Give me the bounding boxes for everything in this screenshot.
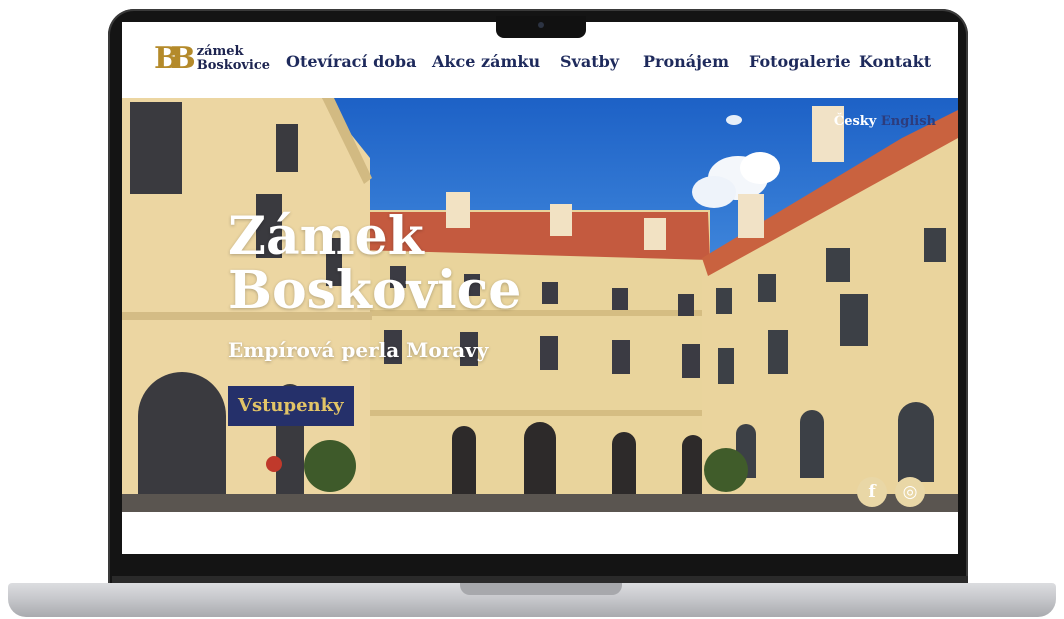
logo-mark: BB: [154, 41, 196, 76]
site-logo[interactable]: BB zámek Boskovice: [154, 44, 270, 74]
hero-subtitle: Empírová perla Moravy: [228, 338, 489, 362]
nav-link-fotogalerie[interactable]: Fotogalerie: [749, 52, 851, 71]
nav-link-svatby[interactable]: Svatby: [560, 52, 619, 71]
tickets-button[interactable]: Vstupenky: [228, 386, 354, 426]
logo-line-1: zámek: [196, 44, 244, 59]
lang-cs[interactable]: Česky: [834, 114, 877, 129]
facebook-icon[interactable]: f: [857, 477, 887, 507]
nav-link-otevíraci-doba[interactable]: Otevírací doba: [286, 52, 416, 71]
logo-text: zámek Boskovice: [197, 45, 270, 73]
lang-en[interactable]: English: [881, 114, 936, 129]
language-switcher: Česky English: [834, 114, 936, 129]
nav-link-kontakt[interactable]: Kontakt: [859, 52, 931, 71]
camera-icon: [538, 22, 544, 28]
logo-line-2: Boskovice: [196, 58, 271, 73]
page-body-strip: [122, 512, 958, 554]
nav-link-pronajem[interactable]: Pronájem: [643, 52, 729, 71]
hero-banner: Česky English Zámek Boskovice Empírová p…: [122, 98, 958, 512]
instagram-icon[interactable]: ◎: [895, 477, 925, 507]
browser-screen: BB zámek Boskovice Otevírací doba Akce z…: [122, 22, 958, 554]
hero-title: Zámek Boskovice: [228, 210, 521, 318]
hero-title-line-2: Boskovice: [228, 260, 522, 321]
camera-notch: [496, 16, 586, 38]
nav-link-akce-zamku[interactable]: Akce zámku: [432, 52, 540, 71]
laptop-thumb-notch: [460, 583, 622, 595]
main-menu: Otevírací doba Akce zámku Svatby Pronáje…: [286, 52, 958, 74]
hero-title-line-1: Zámek: [228, 206, 424, 267]
